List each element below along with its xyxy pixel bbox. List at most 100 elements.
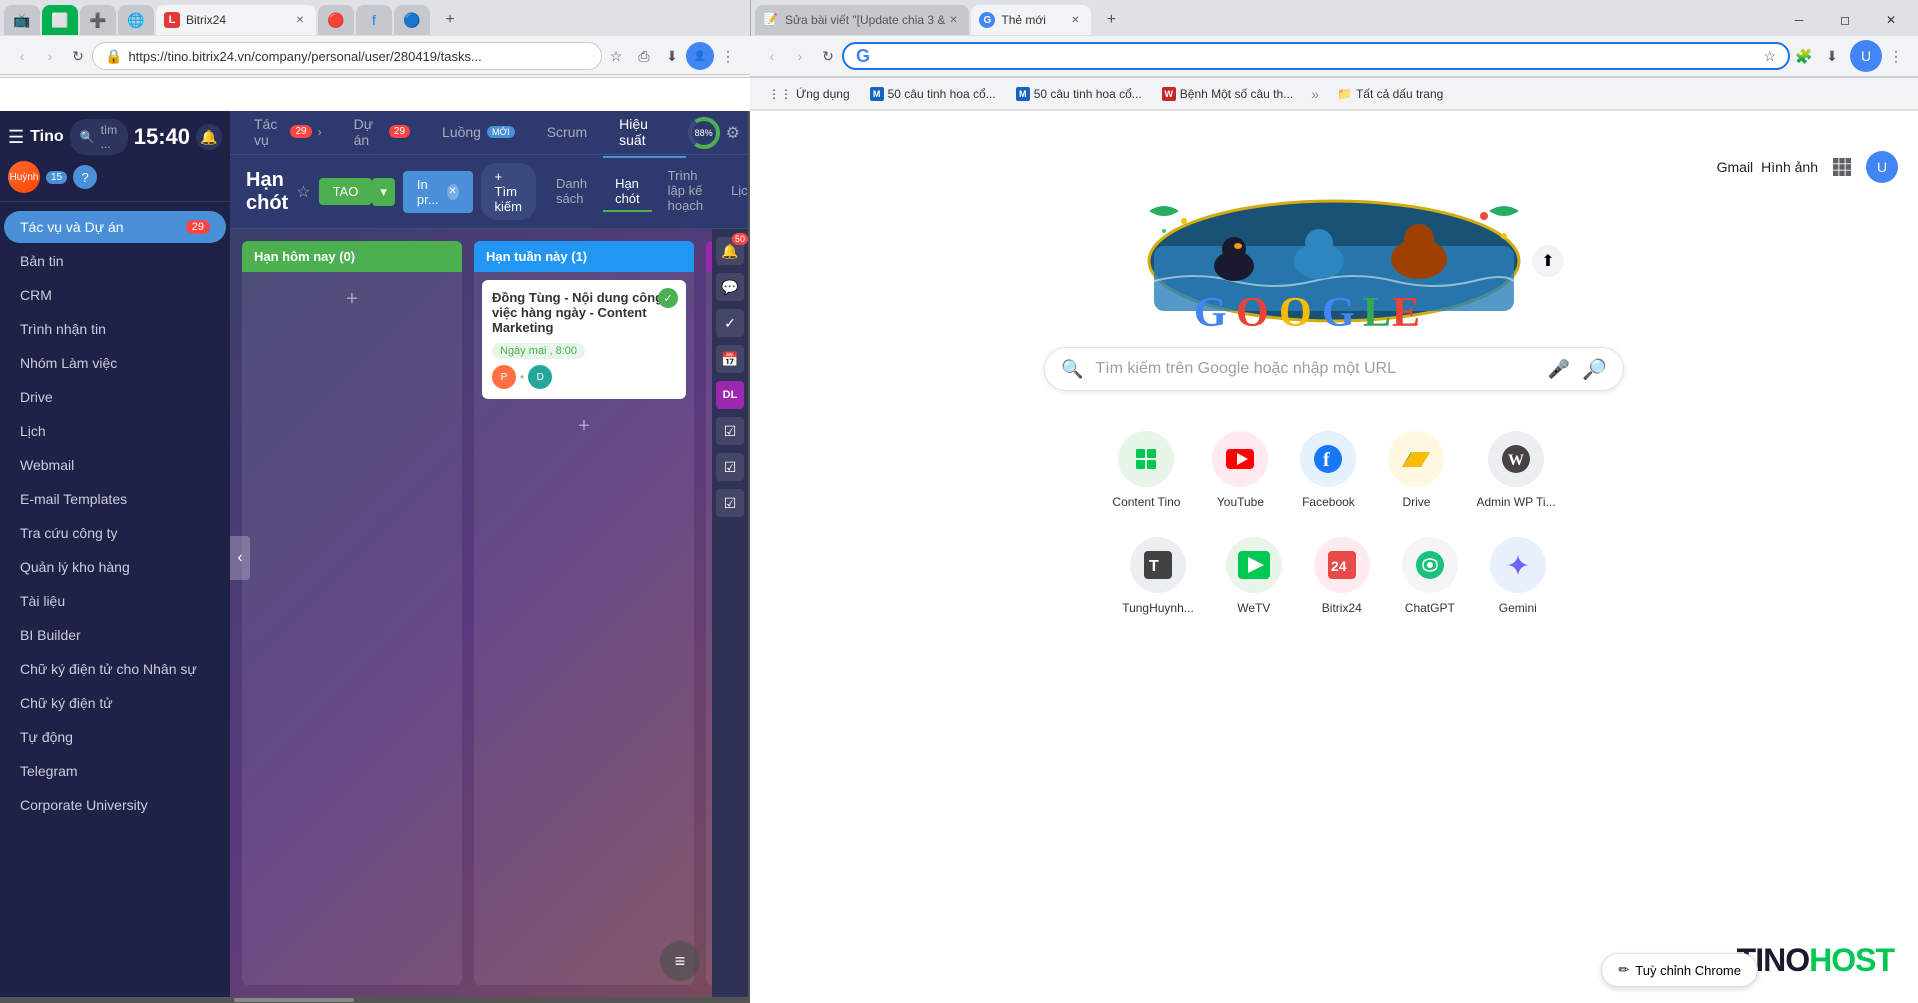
- sidebar-item-esign[interactable]: Chữ ký điện tử: [4, 687, 226, 719]
- help-icon[interactable]: ?: [73, 165, 97, 189]
- right-tab-close-1[interactable]: ✕: [945, 12, 961, 28]
- shortcut-chatgpt[interactable]: ChatGPT: [1394, 529, 1466, 623]
- rp-icon-tasks2[interactable]: ✓: [716, 309, 744, 337]
- url-input-left[interactable]: 🔒 https://tino.bitrix24.vn/company/perso…: [92, 42, 602, 70]
- share-icon[interactable]: ⬆: [1532, 245, 1564, 277]
- gmail-link[interactable]: Gmail: [1717, 159, 1754, 175]
- browser-tab-7[interactable]: f: [356, 5, 392, 35]
- settings-icon[interactable]: ⚙: [726, 123, 740, 143]
- shortcut-content-tino[interactable]: Content Tino: [1104, 423, 1188, 517]
- lens-icon[interactable]: 🔎: [1582, 357, 1607, 382]
- sidebar-item-automation[interactable]: Tự động: [4, 721, 226, 753]
- sidebar-item-company-lookup[interactable]: Tra cứu công ty: [4, 517, 226, 549]
- browser-tab-8[interactable]: 🔵: [394, 5, 430, 35]
- bookmark-all[interactable]: 📁 Tất cả dấu trang: [1331, 85, 1449, 103]
- shortcut-bitrix24[interactable]: 24 Bitrix24: [1306, 529, 1378, 623]
- browser-tab-6[interactable]: 🔴: [318, 5, 354, 35]
- bookmark-button-left[interactable]: ☆: [602, 42, 630, 70]
- right-tab-1[interactable]: 📝 Sửa bài viết "[Update chia 3 & ✕: [755, 5, 969, 35]
- card-complete-icon[interactable]: ✓: [658, 288, 678, 308]
- shortcut-gemini[interactable]: Gemini: [1482, 529, 1554, 623]
- rp-icon-task3[interactable]: ☑: [716, 417, 744, 445]
- favorite-icon[interactable]: ☆: [296, 182, 310, 202]
- shortcut-wetv[interactable]: WeTV: [1218, 529, 1290, 623]
- browser-tab-5[interactable]: L Bitrix24 ✕: [156, 5, 316, 35]
- screenshot-button-left[interactable]: ⎙: [630, 42, 658, 70]
- minimize-button[interactable]: ─: [1776, 4, 1822, 36]
- tab-tasks[interactable]: Tác vụ 29 ›: [238, 111, 338, 158]
- right-tab-close-2[interactable]: ✕: [1067, 12, 1083, 28]
- tab-flow[interactable]: Luồng MỚI: [426, 116, 531, 150]
- sidebar-item-webmail[interactable]: Webmail: [4, 449, 226, 481]
- rp-icon-chat[interactable]: 💬: [716, 273, 744, 301]
- url-input-right[interactable]: G ☆: [842, 42, 1790, 70]
- sidebar-item-news[interactable]: Bản tin: [4, 245, 226, 277]
- scroll-to-bottom[interactable]: ≡: [660, 941, 700, 981]
- sidebar-item-telegram[interactable]: Telegram: [4, 755, 226, 787]
- create-button[interactable]: TAO: [319, 178, 373, 205]
- rp-icon-task4[interactable]: ☑: [716, 453, 744, 481]
- rp-icon-task5[interactable]: ☑: [716, 489, 744, 517]
- bookmark-3[interactable]: W Bệnh Một số câu th...: [1156, 85, 1299, 103]
- sidebar-item-calendar[interactable]: Lịch: [4, 415, 226, 447]
- browser-tab-2[interactable]: ⬜: [42, 5, 78, 35]
- download-button-left[interactable]: ⬇: [658, 42, 686, 70]
- view-list[interactable]: Danh sách: [544, 172, 599, 212]
- google-profile-avatar[interactable]: U: [1866, 151, 1898, 183]
- view-planner[interactable]: Trình lập kế hoạch: [656, 164, 715, 219]
- view-calendar[interactable]: Lịch: [719, 179, 748, 204]
- kanban-add-today[interactable]: +: [250, 280, 454, 319]
- sidebar-item-documents[interactable]: Tài liệu: [4, 585, 226, 617]
- maximize-button[interactable]: ◻: [1822, 4, 1868, 36]
- tab-scrum[interactable]: Scrum: [531, 116, 603, 150]
- shortcut-drive[interactable]: Drive: [1380, 423, 1452, 517]
- forward-button-left[interactable]: ›: [36, 42, 64, 70]
- sidebar-item-inbox[interactable]: Trình nhận tin: [4, 313, 226, 345]
- rp-icon-notif[interactable]: 🔔 50: [716, 237, 744, 265]
- kanban-card-1[interactable]: Đồng Tùng - Nội dung công việc hàng ngày…: [482, 280, 686, 399]
- sidebar-item-tasks[interactable]: Tác vụ và Dự án 29: [4, 211, 226, 243]
- profile-button-right[interactable]: U: [1850, 40, 1882, 72]
- user-avatar[interactable]: Huỳnh: [8, 161, 40, 193]
- bookmark-2[interactable]: M 50 câu tinh hoa cổ...: [1010, 85, 1148, 103]
- back-button-right[interactable]: ‹: [758, 42, 786, 70]
- sidebar-item-esign-hr[interactable]: Chữ ký điện tử cho Nhân sự: [4, 653, 226, 685]
- kanban-add-week[interactable]: +: [482, 407, 686, 446]
- filter-inprogress[interactable]: In pr... ✕: [403, 171, 473, 213]
- browser-tab-3[interactable]: ➕: [80, 5, 116, 35]
- notification-badge[interactable]: 15: [46, 171, 67, 184]
- download-button-right[interactable]: ⬇: [1818, 42, 1846, 70]
- sidebar-item-corporate-university[interactable]: Corporate University: [4, 789, 226, 821]
- shortcut-facebook[interactable]: f Facebook: [1292, 423, 1364, 517]
- reload-button-left[interactable]: ↻: [64, 42, 92, 70]
- sidebar-search-box[interactable]: 🔍 tìm ...: [70, 119, 128, 155]
- images-link[interactable]: Hình ảnh: [1761, 159, 1818, 175]
- sidebar-menu-icon[interactable]: ☰: [8, 127, 24, 148]
- tab-projects[interactable]: Dự án 29: [338, 111, 426, 158]
- google-search-bar[interactable]: 🔍 Tìm kiếm trên Google hoặc nhập một URL…: [1044, 347, 1624, 391]
- back-button-left[interactable]: ‹: [8, 42, 36, 70]
- menu-button-left[interactable]: ⋮: [714, 42, 742, 70]
- shortcut-admin-wp[interactable]: W Admin WP Ti...: [1468, 423, 1563, 517]
- rp-icon-user-dl[interactable]: DL: [716, 381, 744, 409]
- google-apps-button[interactable]: [1826, 151, 1858, 183]
- sidebar-item-crm[interactable]: CRM: [4, 279, 226, 311]
- collapse-sidebar-arrow[interactable]: ‹: [230, 536, 250, 580]
- filter-close[interactable]: ✕: [447, 184, 459, 200]
- shortcut-tunghuynh[interactable]: T TungHuynh...: [1114, 529, 1202, 623]
- sidebar-item-workgroup[interactable]: Nhóm Làm việc: [4, 347, 226, 379]
- customize-chrome-button[interactable]: ✏ Tuỳ chỉnh Chrome: [1601, 953, 1758, 987]
- notification-icon[interactable]: 🔔: [196, 124, 222, 150]
- close-button[interactable]: ✕: [1868, 4, 1914, 36]
- new-tab-button-left[interactable]: +: [436, 6, 464, 34]
- view-deadline[interactable]: Hạn chót: [603, 172, 652, 212]
- shortcut-youtube[interactable]: YouTube: [1204, 423, 1276, 517]
- extension-button[interactable]: 🧩: [1790, 42, 1818, 70]
- sidebar-item-bi-builder[interactable]: BI Builder: [4, 619, 226, 651]
- bookmark-1[interactable]: M 50 câu tinh hoa cổ...: [864, 85, 1002, 103]
- rp-icon-calendar2[interactable]: 📅: [716, 345, 744, 373]
- tab-close-5[interactable]: ✕: [292, 12, 308, 28]
- sidebar-item-warehouse[interactable]: Quản lý kho hàng: [4, 551, 226, 583]
- browser-tab-1[interactable]: 📺: [4, 5, 40, 35]
- create-dropdown[interactable]: ▾: [372, 178, 395, 206]
